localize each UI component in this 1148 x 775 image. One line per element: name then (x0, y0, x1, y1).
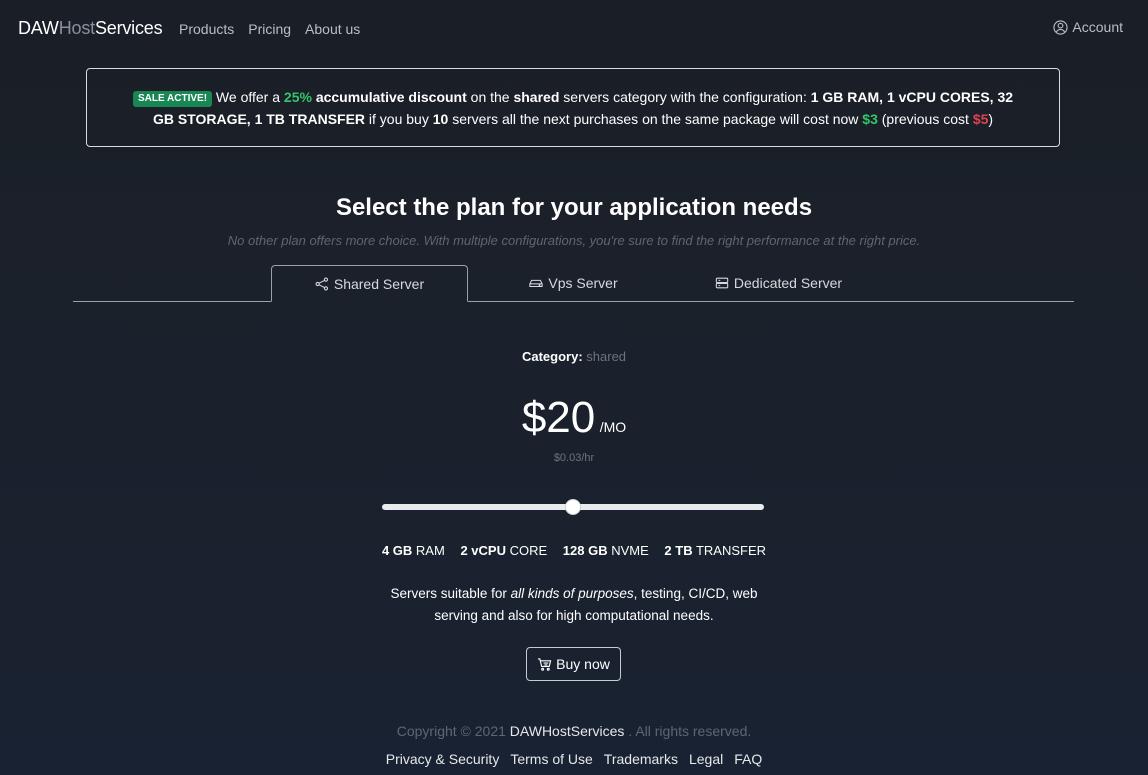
plan-category: Category: shared (0, 349, 1148, 364)
tab-label: Vps Server (548, 275, 618, 291)
nav-link-about[interactable]: About us (305, 21, 360, 37)
spec-unit: NVME (611, 543, 649, 558)
tab-label: Shared Server (333, 275, 425, 292)
server-icon (715, 277, 729, 289)
user-circle-icon (1053, 19, 1069, 35)
page-subtitle: No other plan offers more choice. With m… (227, 233, 921, 248)
sale-text-part: (previous cost (877, 110, 973, 127)
spec-ram: 4 GB RAM (382, 543, 445, 558)
sale-badge: SALE ACTIVE! (132, 90, 213, 107)
tab-vps-server[interactable]: Vps Server (475, 265, 672, 301)
footer-link-trademarks[interactable]: Trademarks (604, 751, 678, 767)
spec-value: 2 vCPU (460, 543, 506, 558)
price-amount: $20 (521, 393, 596, 442)
desc-part: Servers suitable for (390, 586, 511, 601)
slider-thumb[interactable] (566, 500, 580, 514)
share-icon (315, 277, 328, 290)
sale-text-part: if you buy (365, 110, 433, 127)
category-label: Category: (521, 349, 583, 364)
tab-shared-server[interactable]: Shared Server (271, 265, 468, 302)
brand-part-2: Host (58, 18, 95, 38)
buy-now-label: Buy now (556, 656, 610, 672)
brand-logo[interactable]: DAWHostServices (18, 18, 163, 39)
new-price: $3 (862, 110, 878, 127)
spec-transfer: 2 TB TRANSFER (664, 543, 766, 558)
hdd-icon (529, 279, 544, 288)
accumulative-label: accumulative discount (315, 88, 467, 105)
footer-link-privacy[interactable]: Privacy & Security (386, 751, 500, 767)
footer-link-faq[interactable]: FAQ (734, 751, 762, 767)
sale-text: SALE ACTIVE! We offer a 25% accumulative… (127, 86, 1019, 130)
buy-now-button[interactable]: Buy now (526, 647, 621, 681)
account-link[interactable]: Account (1053, 19, 1123, 35)
nav-link-pricing[interactable]: Pricing (248, 21, 291, 37)
sale-text-part: ) (988, 110, 994, 127)
spec-value: 128 GB (562, 543, 608, 558)
brand-part-3: Services (94, 18, 163, 38)
copyright-text: Copyright © 2021 (396, 723, 510, 739)
nav-link-products[interactable]: Products (179, 21, 234, 37)
brand-part-1: DAW (18, 18, 59, 38)
sale-text-part: servers category with the configuration: (559, 88, 811, 105)
spec-unit: TRANSFER (695, 543, 767, 558)
shared-label: shared (513, 88, 560, 105)
hourly-price: $0.03/hr (553, 452, 595, 464)
plan-description: Servers suitable for all kinds of purpos… (374, 583, 774, 627)
sale-text-part: servers all the next purchases on the sa… (448, 110, 863, 127)
tab-dedicated-server[interactable]: Dedicated Server (680, 265, 877, 301)
footer-link-legal[interactable]: Legal (689, 751, 723, 767)
spec-value: 4 GB (381, 543, 413, 558)
nav-links: Products Pricing About us (179, 21, 360, 37)
spec-value: 2 TB (664, 543, 693, 558)
discount-value: 25% (283, 88, 312, 105)
tabs-divider (73, 301, 1074, 302)
price-unit: /MO (599, 419, 627, 435)
plan-price: $20 /MO (0, 393, 1148, 443)
spec-storage: 128 GB NVME (563, 543, 649, 558)
server-count: 10 (432, 110, 449, 127)
cart-icon (538, 657, 552, 671)
spec-cpu: 2 vCPU CORE (460, 543, 547, 558)
page-title: Select the plan for your application nee… (335, 194, 813, 221)
plan-slider[interactable] (382, 500, 764, 514)
copyright: Copyright © 2021 DAWHostServices . All r… (0, 723, 1148, 739)
footer-links: Privacy & Security Terms of Use Trademar… (0, 751, 1148, 767)
navbar: DAWHostServices Products Pricing About u… (0, 0, 1148, 56)
spec-unit: RAM (415, 543, 445, 558)
sale-banner: SALE ACTIVE! We offer a 25% accumulative… (86, 68, 1060, 147)
category-value: shared (586, 349, 627, 364)
spec-unit: CORE (509, 543, 548, 558)
tab-label: Dedicated Server (733, 275, 843, 291)
plan-specs: 4 GB RAM 2 vCPU CORE 128 GB NVME 2 TB TR… (0, 543, 1148, 558)
sale-text-part: We offer a (212, 88, 284, 105)
sale-text-part: on the (466, 88, 514, 105)
copyright-text: . All rights reserved. (624, 723, 752, 739)
footer-link-terms[interactable]: Terms of Use (510, 751, 592, 767)
old-price: $5 (972, 110, 989, 127)
desc-emphasis: all kinds of purposes (510, 586, 634, 601)
account-label: Account (1072, 19, 1123, 35)
copyright-brand: DAWHostServices (509, 723, 625, 739)
